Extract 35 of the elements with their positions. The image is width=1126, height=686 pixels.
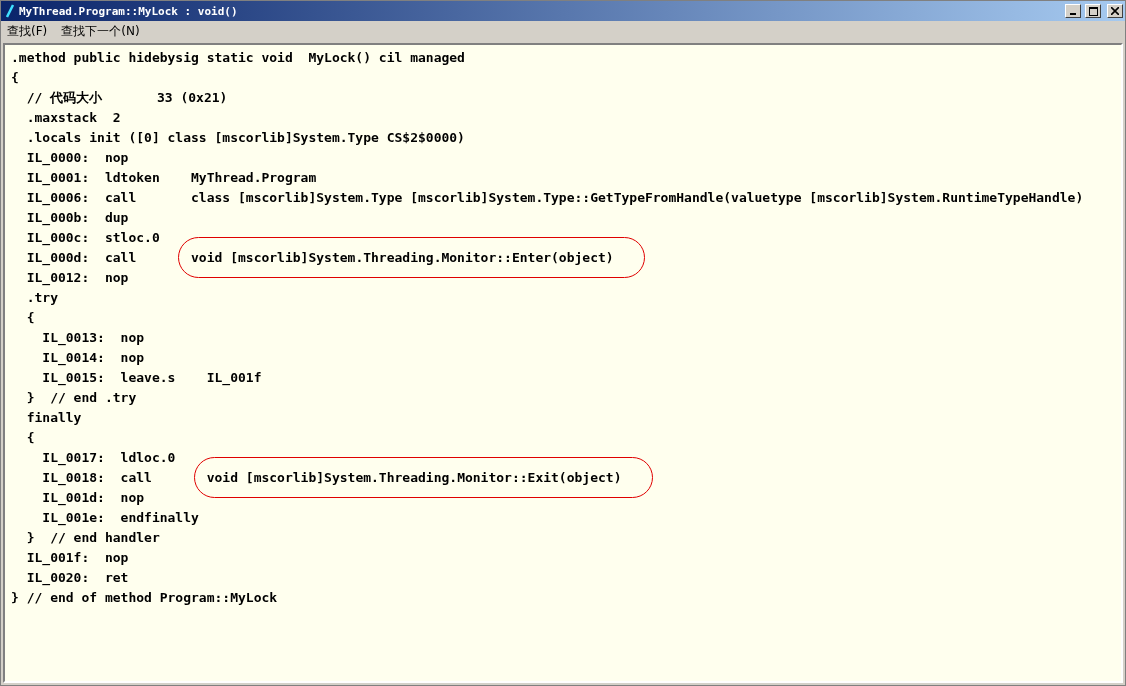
- close-icon: [1111, 7, 1119, 15]
- code-line: } // end of method Program::MyLock: [11, 589, 279, 607]
- code-line: IL_001e: endfinally: [41, 509, 200, 528]
- code-line: IL_0015: leave.s IL_001f: [41, 369, 263, 388]
- close-button[interactable]: [1107, 4, 1123, 18]
- code-line: // 代码大小 33 (0x21): [25, 89, 229, 107]
- code-line: IL_0014: nop: [41, 349, 146, 368]
- code-line: IL_000b: dup: [25, 209, 130, 228]
- window-title: MyThread.Program::MyLock : void(): [19, 4, 239, 18]
- code-line: IL_0012: nop: [25, 269, 130, 288]
- menu-item[interactable]: 查找(F): [5, 22, 50, 40]
- code-line: .method public hidebysig static void MyLock() cil managed: [11, 49, 466, 67]
- code-line: .maxstack 2: [25, 109, 122, 127]
- maximize-icon: [1088, 6, 1098, 16]
- code-line: } // end handler: [25, 529, 161, 547]
- code-line: {: [25, 309, 36, 327]
- maximize-button[interactable]: [1085, 4, 1101, 18]
- code-line: IL_000c: stloc.0: [25, 229, 161, 248]
- code-line: IL_0013: nop: [41, 329, 146, 348]
- code-line: .locals init ([0] class [mscorlib]System.Type CS$2$0000): [25, 129, 466, 147]
- code-line: } // end .try: [25, 389, 138, 407]
- code-line: {: [11, 69, 20, 87]
- code-line: IL_001d: nop: [41, 489, 146, 508]
- code-line: {: [25, 429, 36, 447]
- code-line: IL_0001: ldtoken MyThread.Program: [25, 169, 318, 188]
- code-line: IL_0000: nop: [25, 149, 130, 168]
- code-line: IL_0020: ret: [25, 569, 130, 588]
- app-icon: [5, 4, 15, 18]
- code-line: .try: [25, 289, 59, 307]
- code-line: finally: [25, 409, 83, 427]
- minimize-button[interactable]: [1065, 4, 1081, 18]
- code-line: IL_0017: ldloc.0: [41, 449, 177, 468]
- code-line: IL_001f: nop: [25, 549, 130, 568]
- menu-item[interactable]: 查找下一个(N): [59, 22, 142, 40]
- code-line: IL_0006: call class [mscorlib]System.Type [mscorlib]System.Type::GetTypeFromHandle(valuetype [mscorlib]System.RuntimeTypeHandle): [25, 189, 1085, 208]
